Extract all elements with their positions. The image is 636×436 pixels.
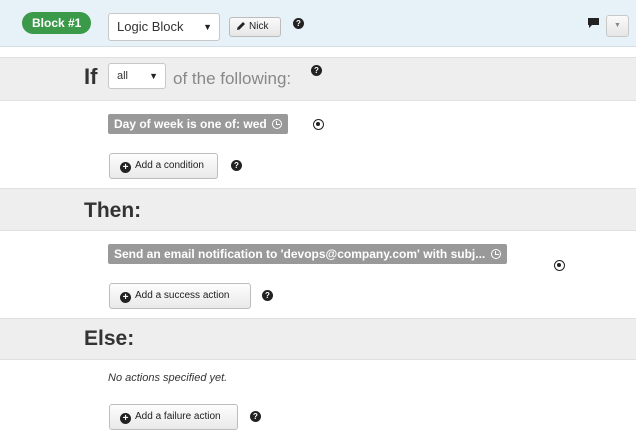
help-icon[interactable]: ? xyxy=(231,160,242,171)
match-mode-select[interactable]: all ▼ xyxy=(108,63,166,89)
caret-down-icon: ▼ xyxy=(149,71,158,81)
help-glyph: ? xyxy=(314,66,319,75)
add-success-label: Add a success action xyxy=(135,290,230,301)
condition-pill[interactable]: Day of week is one of: wed xyxy=(108,114,289,134)
help-icon[interactable]: ? xyxy=(311,65,322,76)
no-actions-text: No actions specified yet. xyxy=(108,372,228,384)
action-pill[interactable]: Send an email notification to 'devops@co… xyxy=(108,244,507,264)
clock-icon xyxy=(272,119,283,129)
pencil-icon xyxy=(237,22,245,30)
nick-label: Nick xyxy=(249,21,269,32)
add-failure-label: Add a failure action xyxy=(135,411,221,422)
add-condition-label: Add a condition xyxy=(135,160,204,171)
plus-circle-icon: + xyxy=(120,292,131,303)
add-success-action-button[interactable]: + Add a success action xyxy=(109,283,251,309)
help-glyph: ? xyxy=(265,291,270,300)
remove-condition-icon[interactable] xyxy=(313,119,324,130)
condition-text: Day of week is one of: wed xyxy=(114,117,267,131)
plus-circle-icon: + xyxy=(120,162,131,173)
if-keyword: If xyxy=(84,64,98,89)
help-glyph: ? xyxy=(296,19,301,28)
help-icon[interactable]: ? xyxy=(293,18,304,29)
then-title: Then: xyxy=(84,199,142,222)
caret-down-icon: ▼ xyxy=(203,22,212,32)
nick-button[interactable]: Nick xyxy=(229,17,281,37)
help-icon[interactable]: ? xyxy=(250,411,261,422)
if-suffix-text: of the following: xyxy=(173,69,292,88)
block-badge: Block #1 xyxy=(22,12,92,34)
block-type-select[interactable]: Logic Block ▼ xyxy=(108,13,220,41)
else-title: Else: xyxy=(84,327,135,350)
action-text: Send an email notification to 'devops@co… xyxy=(114,247,486,261)
help-icon[interactable]: ? xyxy=(262,290,273,301)
block-options-dropdown[interactable]: ▼ xyxy=(606,15,629,37)
help-glyph: ? xyxy=(253,412,258,421)
block-header xyxy=(0,0,636,47)
match-mode-value: all xyxy=(117,70,129,82)
add-failure-action-button[interactable]: + Add a failure action xyxy=(109,404,238,430)
comment-icon[interactable] xyxy=(587,17,600,29)
help-glyph: ? xyxy=(234,161,239,170)
add-condition-button[interactable]: + Add a condition xyxy=(109,153,218,179)
caret-down-icon: ▼ xyxy=(614,22,621,29)
remove-action-icon[interactable] xyxy=(554,260,565,271)
plus-circle-icon: + xyxy=(120,413,131,424)
block-type-value: Logic Block xyxy=(117,19,184,34)
clock-icon xyxy=(490,249,501,259)
